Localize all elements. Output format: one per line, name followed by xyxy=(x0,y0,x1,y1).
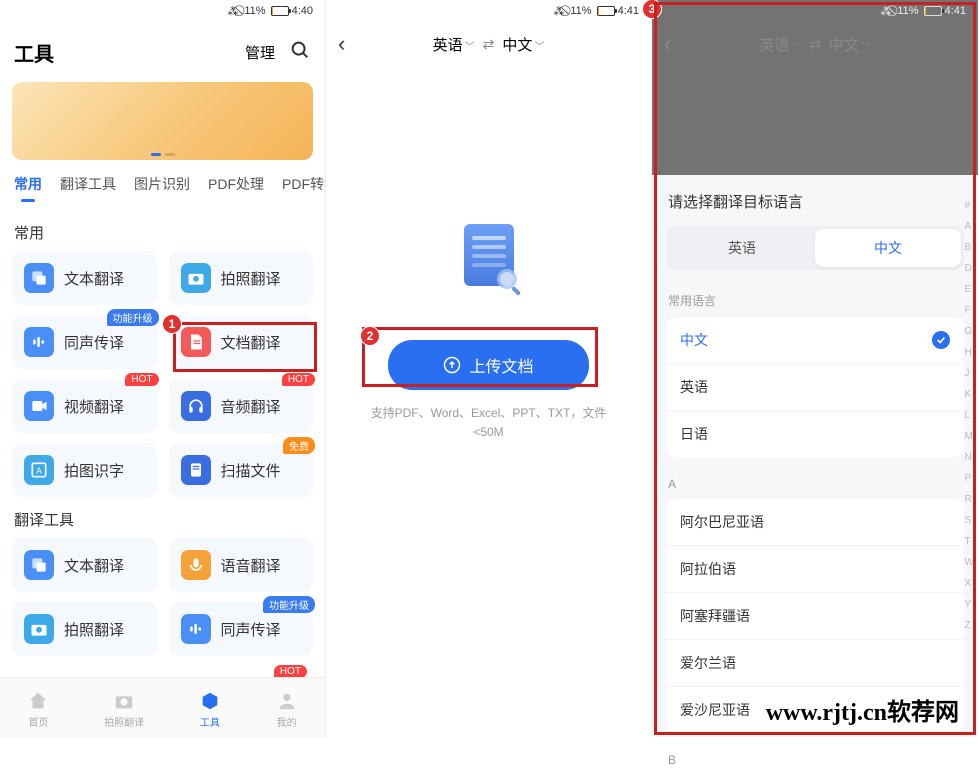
watermark: www.rjtj.cn软荐网 xyxy=(766,692,959,727)
upload-document-button[interactable]: 上传文档 xyxy=(388,340,588,390)
section-translate-title: 翻译工具 xyxy=(0,497,325,538)
document-illustration xyxy=(444,216,534,306)
lang-row-chinese[interactable]: 中文 xyxy=(666,317,964,364)
tab-translate-tools[interactable]: 翻译工具 xyxy=(60,174,116,202)
lang-row-japanese[interactable]: 日语 xyxy=(666,411,964,457)
mic-icon xyxy=(181,550,211,580)
swap-icon: ⇄ xyxy=(809,36,821,53)
group-common-label: 常用语言 xyxy=(666,288,964,317)
lang-row[interactable]: 爱尔兰语 xyxy=(666,640,964,687)
tool-ocr[interactable]: A 拍图识字 xyxy=(12,443,157,497)
language-sheet: 请选择翻译目标语言 英语 中文 常用语言 中文 英语 日语 A 阿尔巴尼亚语 阿… xyxy=(652,175,978,737)
upgrade-badge: 功能升级 xyxy=(107,309,159,326)
nav-photo-translate[interactable]: 拍照翻译 xyxy=(104,690,144,729)
lang-row[interactable]: 阿塞拜疆语 xyxy=(666,593,964,640)
section-common-title: 常用 xyxy=(0,210,325,251)
screen-language-picker: ⁂⃠ 11% 4:41 ‹ 英语﹀ ⇄ 中文﹀ 请选择翻译目标语言 英语 中文 xyxy=(652,0,978,737)
language-pair-selector: 英语﹀ ⇄ 中文﹀ xyxy=(759,34,871,55)
document-icon xyxy=(181,327,211,357)
chevron-down-icon: ﹀ xyxy=(465,42,475,53)
sheet-title: 请选择翻译目标语言 xyxy=(666,191,964,212)
audio-wave-icon xyxy=(181,614,211,644)
free-badge: 免费 xyxy=(283,437,315,454)
alpha-index[interactable]: #AB DEF GHJ KLM NPR STW XYZ xyxy=(965,200,974,631)
tool-scan-file[interactable]: 免费 扫描文件 xyxy=(169,443,314,497)
tool-simultaneous-interp[interactable]: 功能升级 同声传译 xyxy=(12,315,157,369)
tool-photo-translate[interactable]: 拍照翻译 xyxy=(169,251,314,305)
headphones-icon xyxy=(181,391,211,421)
back-icon[interactable]: ‹ xyxy=(338,31,345,57)
manage-link[interactable]: 管理 xyxy=(245,42,275,63)
common-language-list: 中文 英语 日语 xyxy=(666,317,964,457)
camera-icon xyxy=(24,614,54,644)
tab-image-recog[interactable]: 图片识别 xyxy=(134,174,190,202)
seg-english[interactable]: 英语 xyxy=(669,229,815,267)
lang-to[interactable]: 中文﹀ xyxy=(502,34,544,55)
tool-text-translate[interactable]: 文本翻译 xyxy=(12,251,157,305)
tool-video-translate[interactable]: HOT 视频翻译 xyxy=(12,379,157,433)
tab-pdf-convert[interactable]: PDF转换 xyxy=(282,174,325,202)
tab-pdf-process[interactable]: PDF处理 xyxy=(208,174,264,202)
svg-text:A: A xyxy=(36,465,42,475)
search-icon[interactable] xyxy=(289,39,311,65)
tool-audio-translate[interactable]: HOT 音频翻译 xyxy=(169,379,314,433)
language-pair-selector[interactable]: 英语﹀ ⇄ 中文﹀ xyxy=(433,34,545,55)
screen1-header: 工具 管理 xyxy=(0,22,325,82)
status-bar: ⁂⃠ 11% 4:41 xyxy=(326,0,651,22)
status-bar: ⁂⃠ 11% 4:40 xyxy=(0,0,325,22)
ocr-icon: A xyxy=(24,455,54,485)
tab-common[interactable]: 常用 xyxy=(14,174,42,202)
tool-photo-translate-2[interactable]: 拍照翻译 xyxy=(12,602,157,656)
check-icon xyxy=(932,331,950,349)
camera-icon xyxy=(181,263,211,293)
swap-icon[interactable]: ⇄ xyxy=(483,36,495,53)
status-bar: ⁂⃠ 11% 4:41 xyxy=(652,0,978,22)
lang-from[interactable]: 英语﹀ xyxy=(433,34,475,55)
bottom-nav: 首页 拍照翻译 工具 我的 xyxy=(0,677,325,737)
audio-wave-icon xyxy=(24,327,54,357)
screen2-header: ‹ 英语﹀ ⇄ 中文﹀ xyxy=(326,22,651,66)
scan-icon xyxy=(181,455,211,485)
nav-profile[interactable]: 我的 xyxy=(276,690,298,729)
language-segment-control: 英语 中文 xyxy=(666,226,964,270)
back-icon[interactable]: ‹ xyxy=(664,31,671,57)
screen-tools: ⁂⃠ 11% 4:40 工具 管理 常用 翻译工具 图片识别 PDF处理 PDF… xyxy=(0,0,326,737)
upload-hint: 支持PDF、Word、Excel、PPT、TXT，文件<50M xyxy=(326,404,651,442)
page-title: 工具 xyxy=(14,38,54,67)
upgrade-badge: 功能升级 xyxy=(263,596,315,613)
avatar-placeholder[interactable] xyxy=(191,32,231,72)
seg-chinese[interactable]: 中文 xyxy=(815,229,961,267)
screen-upload: ⁂⃠ 11% 4:41 ‹ 英语﹀ ⇄ 中文﹀ 上传文档 xyxy=(326,0,652,737)
lang-row[interactable]: 阿拉伯语 xyxy=(666,546,964,593)
group-b-label: B xyxy=(666,749,964,775)
tool-document-translate[interactable]: 文档翻译 xyxy=(169,315,314,369)
tool-simultaneous-interp-2[interactable]: 功能升级 同声传译 xyxy=(169,602,314,656)
hot-badge: HOT xyxy=(125,373,158,386)
text-translate-icon xyxy=(24,550,54,580)
lang-row[interactable]: 阿尔巴尼亚语 xyxy=(666,499,964,546)
group-a-label: A xyxy=(666,473,964,499)
lang-row-english[interactable]: 英语 xyxy=(666,364,964,411)
category-tabs: 常用 翻译工具 图片识别 PDF处理 PDF转换 转 xyxy=(0,168,325,210)
nav-home[interactable]: 首页 xyxy=(27,690,49,729)
video-icon xyxy=(24,391,54,421)
hot-badge: HOT xyxy=(282,373,315,386)
step-marker-1: 1 xyxy=(162,314,182,334)
tool-voice-translate[interactable]: 语音翻译 xyxy=(169,538,314,592)
tool-text-translate-2[interactable]: 文本翻译 xyxy=(12,538,157,592)
chevron-down-icon: ﹀ xyxy=(534,42,544,53)
step-marker-2: 2 xyxy=(360,326,380,346)
nav-tools[interactable]: 工具 xyxy=(199,690,221,729)
text-translate-icon xyxy=(24,263,54,293)
step-marker-3: 3 xyxy=(642,0,662,19)
promo-banner[interactable] xyxy=(12,82,313,160)
screen3-header: ‹ 英语﹀ ⇄ 中文﹀ xyxy=(652,22,978,66)
